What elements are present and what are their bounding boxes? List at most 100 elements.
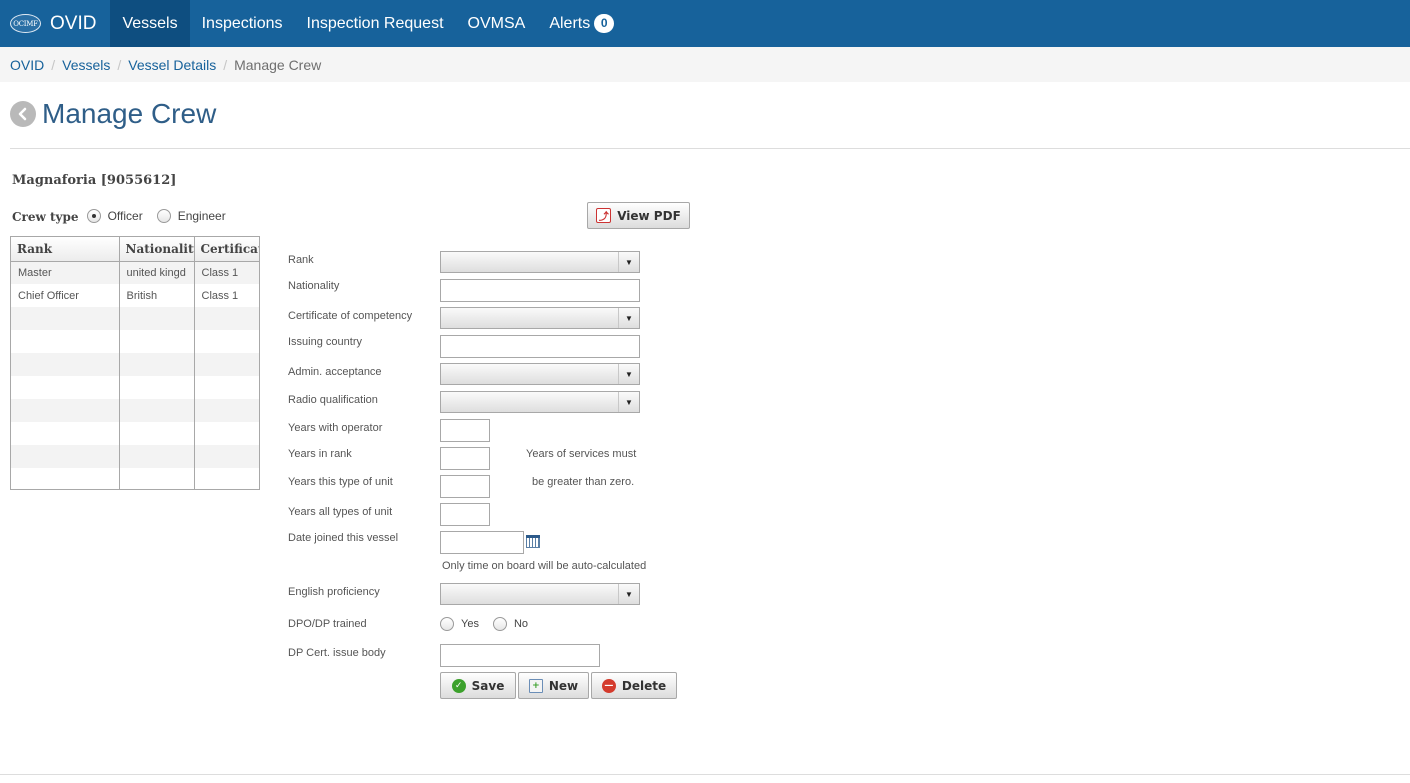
years-all-input[interactable] xyxy=(440,503,490,526)
years-type-input[interactable] xyxy=(440,475,490,498)
page-title: Manage Crew xyxy=(42,98,217,129)
column-header-rank[interactable]: Rank xyxy=(11,237,120,262)
crew-type-label: Crew type xyxy=(12,210,79,224)
nav-alerts[interactable]: Alerts 0 xyxy=(537,0,626,47)
english-proficiency-select[interactable]: ▼ xyxy=(440,583,640,605)
dropdown-arrow-icon: ▼ xyxy=(618,308,639,328)
breadcrumb-separator: / xyxy=(51,56,56,73)
divider xyxy=(10,148,1410,149)
view-pdf-button[interactable]: ⤴ View PDF xyxy=(587,202,690,229)
cell-rank: Master xyxy=(11,261,120,284)
footer-divider xyxy=(0,774,1410,775)
breadcrumb: OVID / Vessels / Vessel Details / Manage… xyxy=(0,47,1410,82)
column-header-certificate[interactable]: Certificate xyxy=(194,237,259,262)
certificate-label: Certificate of competency xyxy=(288,310,413,322)
column-header-nationality[interactable]: Nationality xyxy=(119,237,195,262)
breadcrumb-separator: / xyxy=(223,56,228,73)
years-note-line2: be greater than zero. xyxy=(532,476,635,488)
dpo-yes-label[interactable]: Yes xyxy=(461,618,479,630)
top-nav-bar: OCIMF OVID Vessels Inspections Inspectio… xyxy=(0,0,1410,47)
new-document-icon: + xyxy=(528,678,543,693)
back-arrow-icon[interactable] xyxy=(10,101,36,127)
empty-row xyxy=(11,353,259,376)
empty-row xyxy=(11,445,259,468)
empty-row xyxy=(11,330,259,353)
alerts-count-badge: 0 xyxy=(594,14,615,33)
nav-inspections[interactable]: Inspections xyxy=(190,0,295,47)
dp-cert-body-label: DP Cert. issue body xyxy=(288,647,386,659)
nav-ovmsa[interactable]: OVMSA xyxy=(456,0,538,47)
breadcrumb-vessel-details[interactable]: Vessel Details xyxy=(128,57,216,73)
save-button-label: Save xyxy=(471,678,505,693)
issuing-country-input[interactable] xyxy=(440,335,640,358)
years-operator-input[interactable] xyxy=(440,419,490,442)
english-label: English proficiency xyxy=(288,586,380,598)
save-button[interactable]: ✓ Save xyxy=(440,672,516,699)
dpo-no-radio[interactable] xyxy=(492,617,507,631)
date-joined-label: Date joined this vessel xyxy=(288,532,399,544)
breadcrumb-ovid[interactable]: OVID xyxy=(10,57,44,73)
dpo-no-label[interactable]: No xyxy=(514,618,528,630)
cell-nationality: British xyxy=(119,284,195,307)
empty-row xyxy=(11,376,259,399)
breadcrumb-current: Manage Crew xyxy=(234,56,322,73)
brand-name: OVID xyxy=(50,12,97,34)
crew-grid: Rank Nationality Certificate Master unit… xyxy=(10,236,260,490)
nav-vessels[interactable]: Vessels xyxy=(110,0,190,47)
title-row: Manage Crew xyxy=(10,98,216,130)
engineer-radio[interactable] xyxy=(156,209,171,223)
rank-label: Rank xyxy=(288,254,314,266)
delete-icon: — xyxy=(601,678,616,693)
pdf-icon: ⤴ xyxy=(596,208,612,223)
ocimf-logo: OCIMF xyxy=(10,14,41,33)
empty-row xyxy=(11,307,259,330)
date-note: Only time on board will be auto-calculat… xyxy=(442,560,647,572)
new-button[interactable]: + New xyxy=(518,672,589,699)
years-type-label: Years this type of unit xyxy=(288,476,393,488)
view-pdf-label: View PDF xyxy=(617,208,681,223)
breadcrumb-vessels[interactable]: Vessels xyxy=(62,57,110,73)
dropdown-arrow-icon: ▼ xyxy=(618,252,639,272)
radio-qualification-select[interactable]: ▼ xyxy=(440,391,640,413)
calendar-icon[interactable] xyxy=(526,535,540,548)
certificate-select[interactable]: ▼ xyxy=(440,307,640,329)
brand[interactable]: OCIMF OVID xyxy=(0,0,110,47)
officer-radio[interactable] xyxy=(86,209,101,223)
delete-button-label: Delete xyxy=(621,678,667,693)
empty-row xyxy=(11,422,259,445)
vessel-name: Magnaforia [9055612] xyxy=(12,173,177,188)
dropdown-arrow-icon: ▼ xyxy=(618,584,639,604)
dpo-yes-radio[interactable] xyxy=(440,617,454,631)
admin-acceptance-select[interactable]: ▼ xyxy=(440,363,640,385)
dropdown-arrow-icon: ▼ xyxy=(618,392,639,412)
table-row[interactable]: Master united kingd Class 1 xyxy=(11,261,259,284)
years-all-label: Years all types of unit xyxy=(288,506,393,518)
engineer-radio-label[interactable]: Engineer xyxy=(178,209,226,223)
nationality-input[interactable] xyxy=(440,279,640,302)
crew-type-selector: Crew type Officer Engineer xyxy=(12,208,240,224)
dpo-trained-label: DPO/DP trained xyxy=(288,618,367,630)
years-operator-label: Years with operator xyxy=(288,422,383,434)
cell-certificate: Class 1 xyxy=(194,261,259,284)
dropdown-arrow-icon: ▼ xyxy=(618,364,639,384)
nav-alerts-label: Alerts xyxy=(549,15,591,32)
empty-row xyxy=(11,399,259,422)
empty-row xyxy=(11,468,259,489)
table-row[interactable]: Chief Officer British Class 1 xyxy=(11,284,259,307)
years-note-line1: Years of services must xyxy=(526,448,637,460)
date-joined-input[interactable] xyxy=(440,531,524,554)
radio-qualification-label: Radio qualification xyxy=(288,394,378,406)
rank-select[interactable]: ▼ xyxy=(440,251,640,273)
breadcrumb-separator: / xyxy=(117,56,122,73)
dp-cert-body-input[interactable] xyxy=(440,644,600,667)
admin-acceptance-label: Admin. acceptance xyxy=(288,366,382,378)
nav-inspection-request[interactable]: Inspection Request xyxy=(295,0,456,47)
delete-button[interactable]: — Delete xyxy=(591,672,677,699)
issuing-country-label: Issuing country xyxy=(288,336,362,348)
cell-rank: Chief Officer xyxy=(11,284,120,307)
nationality-label: Nationality xyxy=(288,280,340,292)
years-rank-input[interactable] xyxy=(440,447,490,470)
cell-nationality: united kingd xyxy=(119,261,195,284)
checkmark-icon: ✓ xyxy=(451,678,466,693)
officer-radio-label[interactable]: Officer xyxy=(108,209,143,223)
